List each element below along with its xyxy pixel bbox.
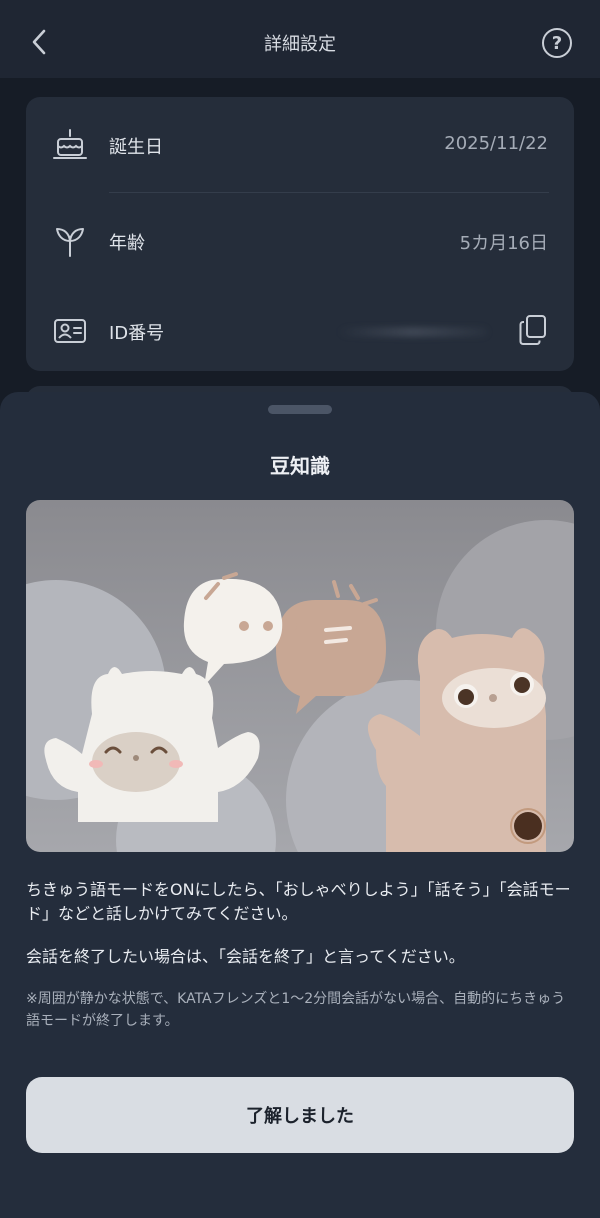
birthday-cake-icon xyxy=(52,127,88,163)
age-label: 年齢 xyxy=(109,233,145,254)
help-icon: ? xyxy=(551,32,563,54)
copy-icon xyxy=(519,315,546,345)
settings-card: 誕生日 2025/11/22 年齢 5カ月16日 ID番号 xyxy=(26,97,574,371)
id-card-icon xyxy=(52,313,88,349)
tip-text-1: ちきゅう語モードをONにしたら、「おしゃべりしよう」「話そう」「会話モード」など… xyxy=(26,880,571,923)
help-button[interactable]: ? xyxy=(542,28,572,58)
id-row: ID番号 xyxy=(26,283,574,379)
top-bar: 詳細設定 ? xyxy=(0,0,600,78)
sprout-icon xyxy=(52,223,88,259)
birthday-value: 2025/11/22 xyxy=(444,133,548,154)
ok-button[interactable]: 了解しました xyxy=(26,1077,574,1153)
age-row: 年齢 5カ月16日 xyxy=(26,193,574,289)
id-label: ID番号 xyxy=(109,323,165,344)
copy-button[interactable] xyxy=(518,313,548,347)
age-value: 5カ月16日 xyxy=(459,233,548,254)
sheet-drag-handle[interactable] xyxy=(268,405,332,414)
tips-sheet: 豆知識 ちきゅう語モードをONにしたら、「おしゃべりしよう」「話そう」「会話モー… xyxy=(0,392,600,1218)
birthday-label: 誕生日 xyxy=(109,137,163,158)
page-title: 詳細設定 xyxy=(264,34,336,55)
birthday-row: 誕生日 2025/11/22 xyxy=(26,97,574,193)
sheet-title: 豆知識 xyxy=(270,454,330,478)
id-value-masked xyxy=(338,327,488,337)
tip-text-2: 会話を終了したい場合は、「会話を終了」と言ってください。 xyxy=(26,947,465,966)
illustration xyxy=(26,500,574,852)
tip-note: ※周囲が静かな状態で、KATAフレンズと1〜2分間会話がない場合、自動的にちきゅ… xyxy=(26,991,566,1029)
